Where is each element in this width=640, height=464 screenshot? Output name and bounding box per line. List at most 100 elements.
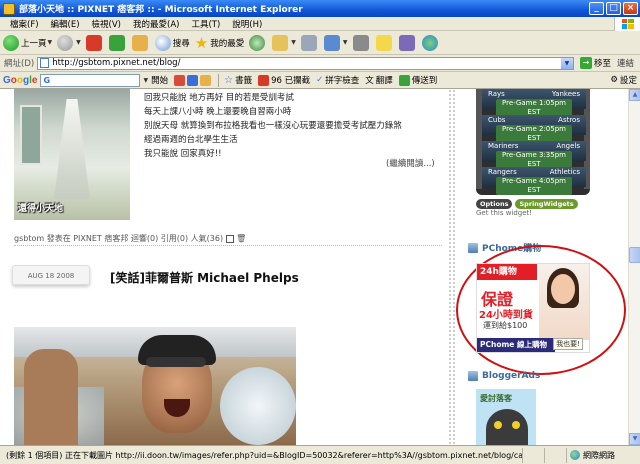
chevron-down-icon: ▼ <box>291 39 296 46</box>
go-label: 移至 <box>593 59 611 69</box>
page-icon <box>40 58 50 68</box>
address-label: 網址(D) <box>4 59 35 69</box>
address-input[interactable]: http://gsbtom.pixnet.net/blog/ ▼ <box>37 56 574 70</box>
spellcheck-label: 拼字檢查 <box>325 76 360 86</box>
go-button[interactable]: → 移至 <box>579 57 611 69</box>
status-bar: (剩餘 1 個項目) 正在下載圖片 http://ii.doon.tw/imag… <box>0 445 640 464</box>
pagerank-icon <box>187 74 199 86</box>
scroll-up-button[interactable]: ▲ <box>629 89 640 101</box>
post-line: 經過兩週的台北學生生活 <box>144 135 238 145</box>
print-button[interactable] <box>300 34 319 51</box>
home-button[interactable] <box>131 34 150 51</box>
notes-button[interactable] <box>375 34 394 51</box>
menu-help[interactable]: 說明(H) <box>226 18 268 30</box>
column-divider <box>448 89 456 445</box>
post-title[interactable]: [笑話]菲爾普斯 Michael Phelps <box>110 269 299 286</box>
address-url: http://gsbtom.pixnet.net/blog/ <box>52 58 181 68</box>
address-dropdown-icon[interactable]: ▼ <box>560 57 573 69</box>
google-extra-buttons[interactable] <box>171 74 216 86</box>
menu-view[interactable]: 檢視(V) <box>86 18 127 30</box>
post-date-badge: AUG 18 2008 <box>12 265 90 285</box>
post-line: 每天上課八小時 晚上還要晚自習兩小時 <box>144 107 292 117</box>
close-button[interactable]: × <box>623 2 638 15</box>
google-start-button[interactable]: 開始 <box>148 74 171 86</box>
bookmarks-button[interactable]: ☆ 書籤 <box>221 74 255 87</box>
pchome-ad-banner[interactable]: 24h購物 保證 24小時到貨 運到給$100 PChome 線上購物 我也要! <box>476 263 590 353</box>
minimize-button[interactable]: _ <box>589 2 604 15</box>
research-button[interactable] <box>398 34 417 51</box>
sendto-button[interactable]: 傳送到 <box>396 74 441 86</box>
popup-blocker-button[interactable]: 96 已攔截 <box>255 74 313 86</box>
edit-button[interactable]: ▼ <box>323 34 348 51</box>
zone-label: 網際網路 <box>583 450 615 460</box>
ad-brand: PChome 線上購物 <box>477 338 555 352</box>
menu-edit[interactable]: 編輯(E) <box>45 18 86 30</box>
edit-icon <box>323 34 340 51</box>
section-bullet-icon <box>468 242 478 253</box>
discuss-button[interactable] <box>352 34 371 51</box>
post-photo-corridor[interactable]: 還得小天地 <box>14 89 130 220</box>
section-bullet-icon <box>468 371 478 381</box>
post-divider <box>14 245 442 246</box>
google-search-input[interactable]: G <box>40 73 141 87</box>
messenger-button[interactable] <box>421 34 440 51</box>
score-row: Rays Yankees Pre-Game 1:05pm EST <box>482 89 586 117</box>
stop-button[interactable] <box>85 34 104 51</box>
spellcheck-button[interactable]: ✓ 拼字檢查 <box>313 74 362 86</box>
search-button[interactable]: 搜尋 <box>154 34 190 51</box>
ad-cta-button[interactable]: 我也要! <box>553 338 583 350</box>
scroll-down-button[interactable]: ▼ <box>629 433 640 445</box>
refresh-button[interactable] <box>108 34 127 51</box>
print-icon <box>300 34 317 51</box>
links-button[interactable]: 連結 <box>617 57 634 69</box>
google-logo[interactable]: Google <box>3 75 37 86</box>
google-g-icon: G <box>43 75 51 85</box>
vertical-scrollbar[interactable]: ▲ ▼ <box>628 89 640 445</box>
status-message: (剩餘 1 個項目) 正在下載圖片 http://ii.doon.tw/imag… <box>0 450 522 461</box>
favorites-label: 我的最愛 <box>210 38 245 49</box>
away-team: Rangers <box>488 168 517 176</box>
edit-icon[interactable] <box>226 234 235 243</box>
bloggerads-banner[interactable]: 愛討落客 <box>476 389 536 445</box>
menu-favorites[interactable]: 我的最愛(A) <box>127 18 185 30</box>
widget-footer: Options SpringWidgets <box>476 199 578 209</box>
read-more-link[interactable]: (繼續閱讀...) <box>386 157 435 169</box>
home-team: Athletics <box>549 168 580 176</box>
spellcheck-icon: ✓ <box>316 75 324 85</box>
windows-logo-icon <box>614 16 640 31</box>
trash-icon[interactable]: 🗑 <box>236 234 246 243</box>
sidebar: Rays Yankees Pre-Game 1:05pm EST Cubs Astr… <box>456 89 628 445</box>
score-row: Rangers Athletics Pre-Game 4:05pm EST <box>482 167 586 195</box>
forward-button[interactable]: ▼ <box>57 34 81 51</box>
bloggerads-heading-label: BloggerAds <box>482 371 541 381</box>
widget-options-button[interactable]: Options <box>476 199 513 209</box>
home-team: Angels <box>556 142 580 150</box>
maximize-button[interactable]: □ <box>606 2 621 15</box>
divider <box>218 73 220 87</box>
get-widget-link[interactable]: Get this widget! <box>476 209 532 217</box>
favorites-button[interactable]: ★ 我的最愛 <box>195 34 244 52</box>
menu-tools[interactable]: 工具(T) <box>185 18 226 30</box>
post-photo-swimmer[interactable] <box>14 327 296 445</box>
chevron-down-icon: ▼ <box>342 39 348 46</box>
history-button[interactable] <box>249 34 267 51</box>
popup-blocked-icon <box>258 74 270 86</box>
photo-window <box>20 105 42 165</box>
menu-file[interactable]: 檔案(F) <box>4 18 45 30</box>
scroll-thumb[interactable] <box>629 247 640 263</box>
translate-button[interactable]: 文 翻譯 <box>362 74 396 86</box>
news-icon <box>174 74 186 86</box>
discuss-icon <box>352 34 369 51</box>
menu-bar: 檔案(F) 編輯(E) 檢視(V) 我的最愛(A) 工具(T) 說明(H) <box>0 16 640 31</box>
back-button[interactable]: 上一頁 ▼ <box>3 34 52 51</box>
home-team: Yankees <box>551 90 580 98</box>
score-row: Mariners Angels Pre-Game 3:35pm EST <box>482 141 586 169</box>
mail-button[interactable]: ▼ <box>272 34 296 51</box>
settings-button[interactable]: ⚙ 設定 <box>607 74 640 86</box>
notes-icon <box>375 34 392 51</box>
photo-caption: 還得小天地 <box>18 204 64 214</box>
search-icon <box>154 34 171 51</box>
mlb-scores-widget[interactable]: Rays Yankees Pre-Game 1:05pm EST Cubs Astr… <box>476 89 590 195</box>
springwidgets-logo[interactable]: SpringWidgets <box>515 199 578 209</box>
photo-splash <box>220 367 296 445</box>
